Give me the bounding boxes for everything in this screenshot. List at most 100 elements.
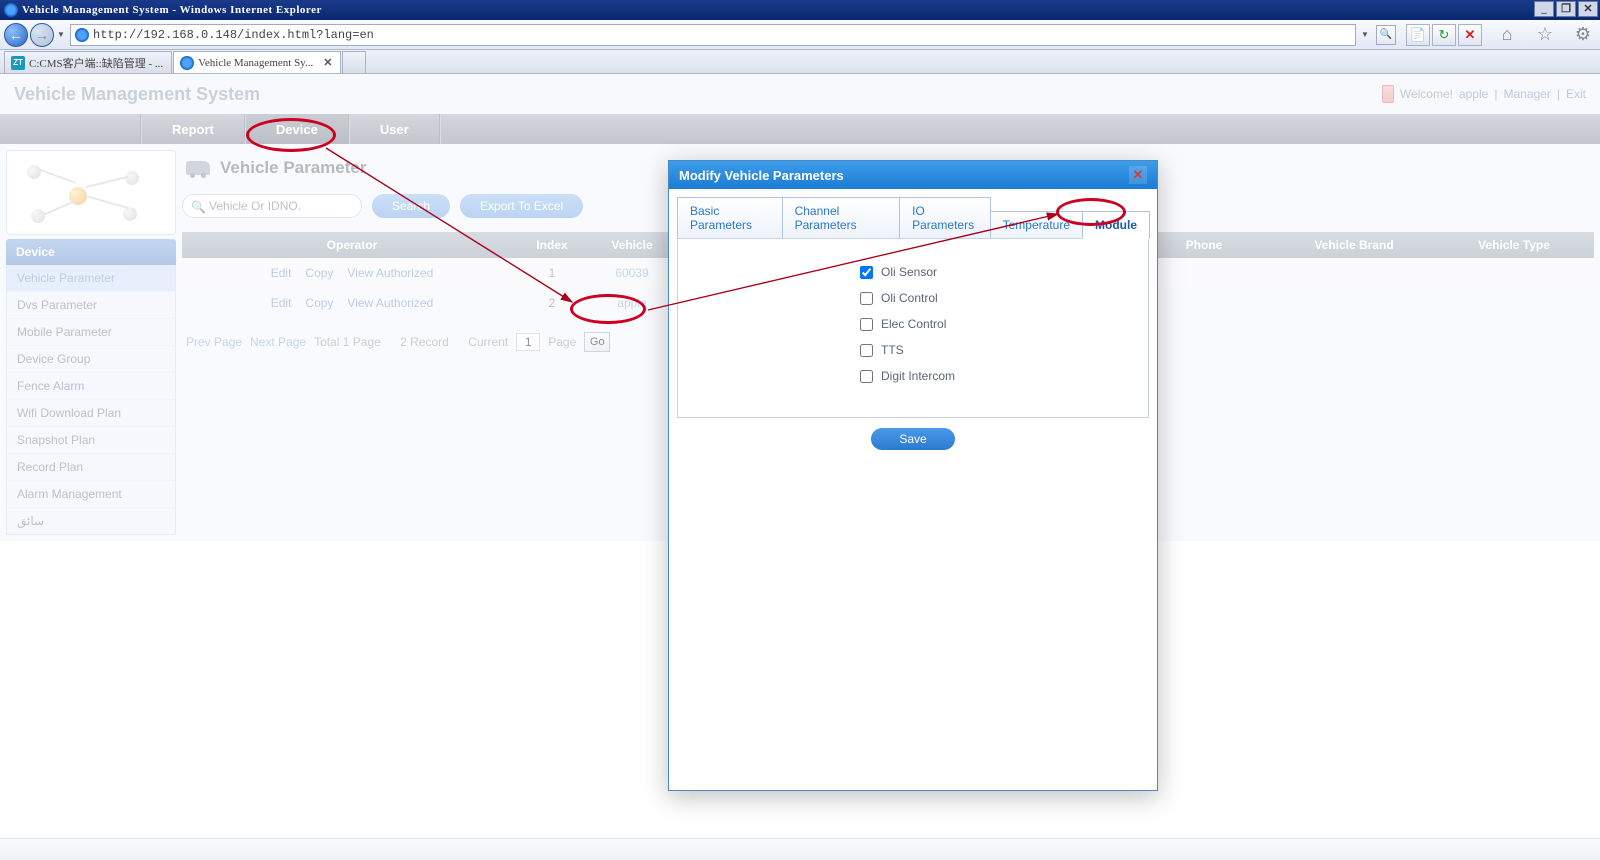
welcome-label: Welcome!: [1400, 87, 1453, 101]
browser-tab-vms[interactable]: Vehicle Management Sy... ✕: [173, 51, 341, 73]
page-icon: [75, 28, 89, 42]
th-type: Vehicle Type: [1434, 232, 1594, 258]
module-checkbox-tts[interactable]: [860, 344, 873, 357]
nav-user[interactable]: User: [350, 114, 439, 144]
pager-page-label: Page: [548, 335, 576, 349]
compat-view-icon[interactable]: 📄: [1406, 24, 1430, 46]
module-option-row: Oli Sensor: [690, 259, 1136, 285]
th-vehicle: Vehicle: [582, 232, 682, 258]
pager-go-button[interactable]: Go: [584, 332, 610, 352]
module-label: Oli Control: [881, 291, 938, 305]
pager-total: Total 1 Page: [314, 335, 381, 349]
edit-link[interactable]: Edit: [271, 296, 292, 310]
tools-icon[interactable]: ⚙: [1570, 23, 1596, 47]
module-label: Digit Intercom: [881, 369, 955, 383]
pager-current-label: Current: [468, 335, 508, 349]
tab-label: C:CMS客户端::缺陷管理 - ...: [29, 55, 163, 71]
sidebar-illustration: [6, 150, 176, 235]
modal-tab-temperature[interactable]: Temperature: [990, 211, 1083, 238]
module-label: Elec Control: [881, 317, 946, 331]
view-authorized-link[interactable]: View Authorized: [347, 266, 433, 280]
nav-report[interactable]: Report: [142, 114, 244, 144]
manager-link[interactable]: Manager: [1503, 87, 1550, 101]
copy-link[interactable]: Copy: [305, 296, 333, 310]
sidebar-item-dvs-parameter[interactable]: Dvs Parameter: [7, 292, 175, 319]
search-icon: 🔍: [191, 200, 206, 214]
ie-tab-strip: ZT C:CMS客户端::缺陷管理 - ... Vehicle Manageme…: [0, 50, 1600, 74]
stop-icon[interactable]: ✕: [1458, 24, 1482, 46]
module-checkbox-digit-intercom[interactable]: [860, 370, 873, 383]
sidebar-item-wifi-download-plan[interactable]: Wifi Download Plan: [7, 400, 175, 427]
sidebar-item-سائق[interactable]: سائق: [7, 508, 175, 534]
pager-record: 2 Record: [400, 335, 449, 349]
ie-toolbar: ← → ▼ http://192.168.0.148/index.html?la…: [0, 20, 1600, 50]
sidebar-item-vehicle-parameter[interactable]: Vehicle Parameter: [7, 265, 175, 292]
refresh-icon[interactable]: ↻: [1432, 24, 1456, 46]
sidebar-item-snapshot-plan[interactable]: Snapshot Plan: [7, 427, 175, 454]
prev-page-link[interactable]: Prev Page: [186, 335, 242, 349]
back-button[interactable]: ←: [4, 23, 28, 47]
module-option-row: Elec Control: [690, 311, 1136, 337]
window-title: Vehicle Management System - Windows Inte…: [22, 4, 322, 16]
edit-link[interactable]: Edit: [271, 266, 292, 280]
module-option-row: TTS: [690, 337, 1136, 363]
modal-tab-module[interactable]: Module: [1082, 211, 1150, 239]
tab-label: Vehicle Management Sy...: [198, 57, 313, 69]
modal-close-icon[interactable]: ✕: [1129, 166, 1147, 184]
ie-titlebar: Vehicle Management System - Windows Inte…: [0, 0, 1600, 20]
module-option-row: Oli Control: [690, 285, 1136, 311]
modal-tab-channel-parameters[interactable]: Channel Parameters: [782, 197, 900, 238]
restore-button[interactable]: ❐: [1556, 1, 1576, 17]
exit-link[interactable]: Exit: [1566, 87, 1586, 101]
tab-favicon-icon: ZT: [11, 56, 25, 70]
sidebar-item-mobile-parameter[interactable]: Mobile Parameter: [7, 319, 175, 346]
url-dropdown-icon[interactable]: ▼: [1360, 23, 1370, 47]
pager-current-input[interactable]: [516, 333, 540, 351]
th-operator: Operator: [182, 232, 522, 258]
module-label: Oli Sensor: [881, 265, 937, 279]
new-tab-button[interactable]: [342, 51, 366, 73]
sidebar-item-record-plan[interactable]: Record Plan: [7, 454, 175, 481]
save-button[interactable]: Save: [871, 428, 954, 450]
cell-vehicle[interactable]: apple: [582, 296, 682, 310]
nav-dropdown-icon[interactable]: ▼: [56, 23, 66, 47]
module-label: TTS: [881, 343, 904, 357]
th-brand: Vehicle Brand: [1274, 232, 1434, 258]
modal-tab-basic-parameters[interactable]: Basic Parameters: [677, 197, 783, 238]
export-button[interactable]: Export To Excel: [460, 194, 583, 218]
sidebar-item-alarm-management[interactable]: Alarm Management: [7, 481, 175, 508]
window-close-button[interactable]: ✕: [1578, 1, 1598, 17]
favorites-icon[interactable]: ☆: [1532, 23, 1558, 47]
cell-index: 1: [522, 266, 582, 280]
nav-device[interactable]: Device: [246, 114, 348, 144]
forward-button[interactable]: →: [30, 23, 54, 47]
address-bar[interactable]: http://192.168.0.148/index.html?lang=en: [70, 24, 1356, 46]
sidebar-item-fence-alarm[interactable]: Fence Alarm: [7, 373, 175, 400]
next-page-link[interactable]: Next Page: [250, 335, 306, 349]
module-checkbox-elec-control[interactable]: [860, 318, 873, 331]
home-icon[interactable]: ⌂: [1494, 23, 1520, 47]
car-icon: [186, 161, 210, 175]
app-header: Vehicle Management System Welcome! apple…: [0, 74, 1600, 114]
cell-index: 2: [522, 296, 582, 310]
th-index: Index: [522, 232, 582, 258]
cell-vehicle[interactable]: 60039: [582, 266, 682, 280]
browser-tab-cms[interactable]: ZT C:CMS客户端::缺陷管理 - ...: [4, 51, 172, 73]
view-authorized-link[interactable]: View Authorized: [347, 296, 433, 310]
search-input[interactable]: [182, 194, 362, 218]
sidebar-item-device-group[interactable]: Device Group: [7, 346, 175, 373]
module-checkbox-oli-sensor[interactable]: [860, 266, 873, 279]
main-nav: Report Device User: [0, 114, 1600, 144]
modal-tab-io-parameters[interactable]: IO Parameters: [899, 197, 991, 238]
modal-titlebar: Modify Vehicle Parameters ✕: [669, 161, 1157, 189]
minimize-button[interactable]: _: [1534, 1, 1554, 17]
copy-link[interactable]: Copy: [305, 266, 333, 280]
go-button[interactable]: 🔍: [1376, 25, 1396, 45]
module-checkbox-oli-control[interactable]: [860, 292, 873, 305]
tab-close-icon[interactable]: ✕: [323, 56, 332, 69]
app-title: Vehicle Management System: [14, 84, 260, 105]
search-button[interactable]: Search: [372, 194, 450, 218]
battery-icon: [1382, 85, 1394, 103]
user-link[interactable]: apple: [1459, 87, 1488, 101]
url-text: http://192.168.0.148/index.html?lang=en: [93, 28, 374, 42]
